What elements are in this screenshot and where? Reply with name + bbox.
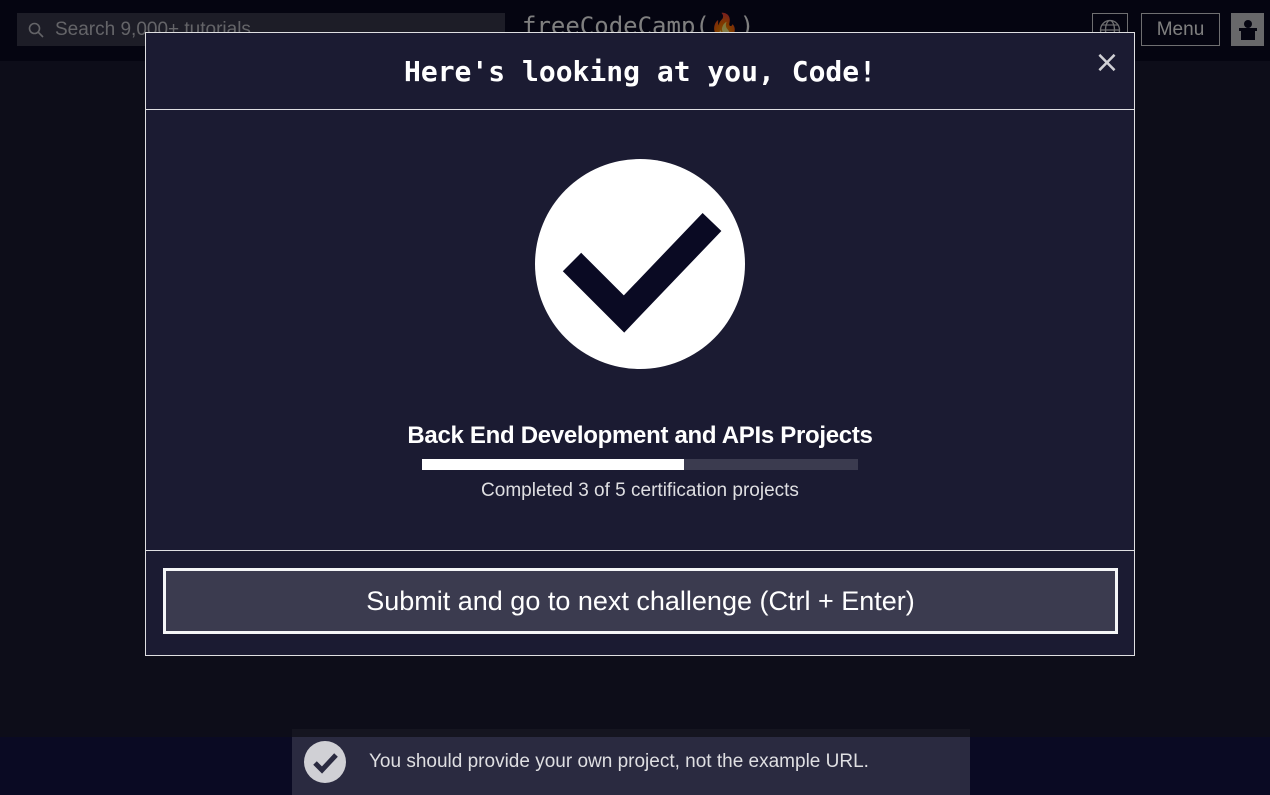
progress-bar-fill: [422, 459, 684, 470]
check-circle-icon: [304, 741, 346, 783]
modal-title: Here's looking at you, Code!: [403, 54, 876, 88]
progress-bar: [422, 459, 858, 470]
checkmark-icon: [535, 159, 745, 369]
test-result-item: You should provide your own project, not…: [292, 729, 970, 795]
submit-next-challenge-button[interactable]: Submit and go to next challenge (Ctrl + …: [163, 568, 1118, 634]
progress-text: Completed 3 of 5 certification projects: [481, 480, 799, 501]
test-text: You should provide your own project, not…: [369, 751, 869, 772]
modal-body: Back End Development and APIs Projects C…: [146, 110, 1134, 550]
certification-title: Back End Development and APIs Projects: [407, 422, 873, 449]
close-button[interactable]: ×: [1094, 48, 1120, 78]
modal-header: Here's looking at you, Code! ×: [146, 33, 1134, 110]
modal-footer: Submit and go to next challenge (Ctrl + …: [146, 550, 1134, 656]
completion-modal: Here's looking at you, Code! × Back End …: [145, 32, 1135, 656]
